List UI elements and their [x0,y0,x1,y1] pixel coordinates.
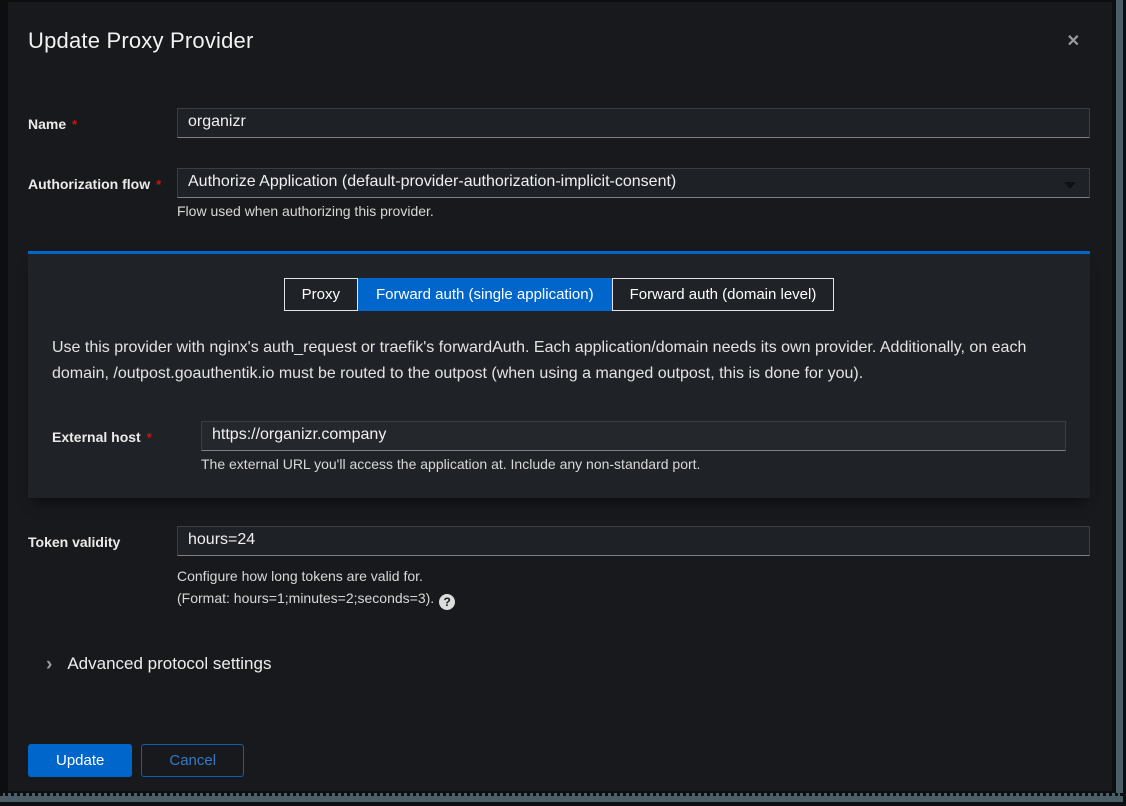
page-title: Update Proxy Provider [28,28,254,54]
advanced-protocol-settings-toggle[interactable]: › Advanced protocol settings [28,654,1090,674]
question-circle-icon[interactable]: ? [439,594,455,610]
modal-header: Update Proxy Provider ✕ [28,28,1090,56]
name-row: Name * [28,108,1090,138]
required-asterisk: * [72,117,77,132]
token-validity-help-line1: Configure how long tokens are valid for. [177,568,1090,584]
token-validity-format-text: (Format: hours=1;minutes=2;seconds=3). [177,590,434,606]
authorization-flow-help: Flow used when authorizing this provider… [177,203,1090,219]
required-asterisk: * [156,177,161,192]
update-proxy-provider-modal: Update Proxy Provider ✕ Name * Authorizat… [8,2,1112,791]
external-host-label-text: External host [52,429,141,445]
external-host-label: External host * [52,421,201,445]
chevron-right-icon: › [46,655,52,674]
window-frame-right-edge [1116,0,1123,802]
authorization-flow-select[interactable]: Authorize Application (default-provider-… [177,168,1090,198]
tab-forward-auth-domain-level[interactable]: Forward auth (domain level) [612,278,835,311]
cancel-button[interactable]: Cancel [141,744,244,777]
proxy-mode-tab-group: Proxy Forward auth (single application) … [52,278,1066,311]
tab-proxy[interactable]: Proxy [284,278,358,311]
caret-down-icon [1064,182,1076,189]
advanced-protocol-settings-label: Advanced protocol settings [67,654,271,674]
name-label-text: Name [28,116,66,132]
token-validity-help: Configure how long tokens are valid for.… [177,568,1090,610]
close-icon[interactable]: ✕ [1059,28,1088,56]
external-host-input[interactable] [201,421,1066,451]
name-label: Name * [28,108,177,132]
token-validity-row: Token validity [28,526,1090,556]
authorization-flow-label: Authorization flow * [28,168,177,192]
mode-description: Use this provider with nginx's auth_requ… [52,335,1066,387]
window-frame-bottom-edge [0,793,1123,802]
token-validity-label-text: Token validity [28,534,120,550]
authorization-flow-row: Authorization flow * Authorize Applicatio… [28,168,1090,219]
proxy-mode-card: Proxy Forward auth (single application) … [28,251,1090,498]
token-validity-label: Token validity [28,526,177,550]
modal-footer: Update Cancel [28,744,1090,777]
external-host-row: External host * The external URL you'll a… [52,421,1066,472]
tab-forward-auth-single-application[interactable]: Forward auth (single application) [358,278,612,311]
authorization-flow-selected-value: Authorize Application (default-provider-… [188,173,676,190]
external-host-help: The external URL you'll access the appli… [201,456,1066,472]
authorization-flow-label-text: Authorization flow [28,176,150,192]
required-asterisk: * [147,430,152,445]
name-input[interactable] [177,108,1090,138]
update-button[interactable]: Update [28,744,132,777]
token-validity-help-line2: (Format: hours=1;minutes=2;seconds=3).? [177,590,1090,610]
token-validity-input[interactable] [177,526,1090,556]
